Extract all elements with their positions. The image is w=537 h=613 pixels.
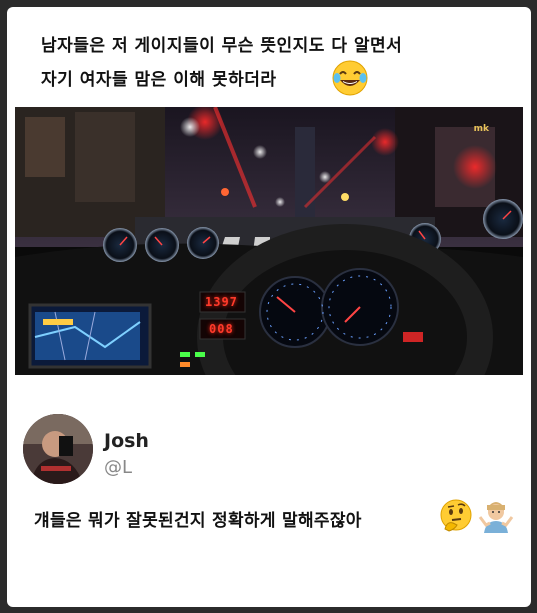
caption-line-2: 자기 여자들 맘은 이해 못하더라 [41,70,277,90]
tach-led-readout: 1397 [205,295,238,309]
post-card: 남자들은 저 게이지들이 무슨 뜻인지도 다 알면서 자기 여자들 맘은 이해 … [7,7,531,607]
handle-redaction [139,462,229,480]
watermark-text: mk [473,124,489,134]
user-handle[interactable]: @L [104,457,132,478]
post-caption: 남자들은 저 게이지들이 무슨 뜻인지도 다 알면서 자기 여자들 맘은 이해 … [41,29,511,97]
speed-led-readout: 008 [209,322,234,336]
avatar[interactable] [23,414,93,484]
face-with-tears-of-joy-icon [331,59,369,97]
caption-line-1: 남자들은 저 게이지들이 무슨 뜻인지도 다 알면서 [41,36,403,56]
person-shrugging-icon [478,497,514,533]
thinking-face-icon [439,499,473,533]
tweet-text: 걔들은 뭐가 잘못된건지 정확하게 말해주잖아 [34,511,362,531]
dashboard-photo: mk 1397 008 [15,107,523,375]
user-name[interactable]: Josh [104,430,149,452]
